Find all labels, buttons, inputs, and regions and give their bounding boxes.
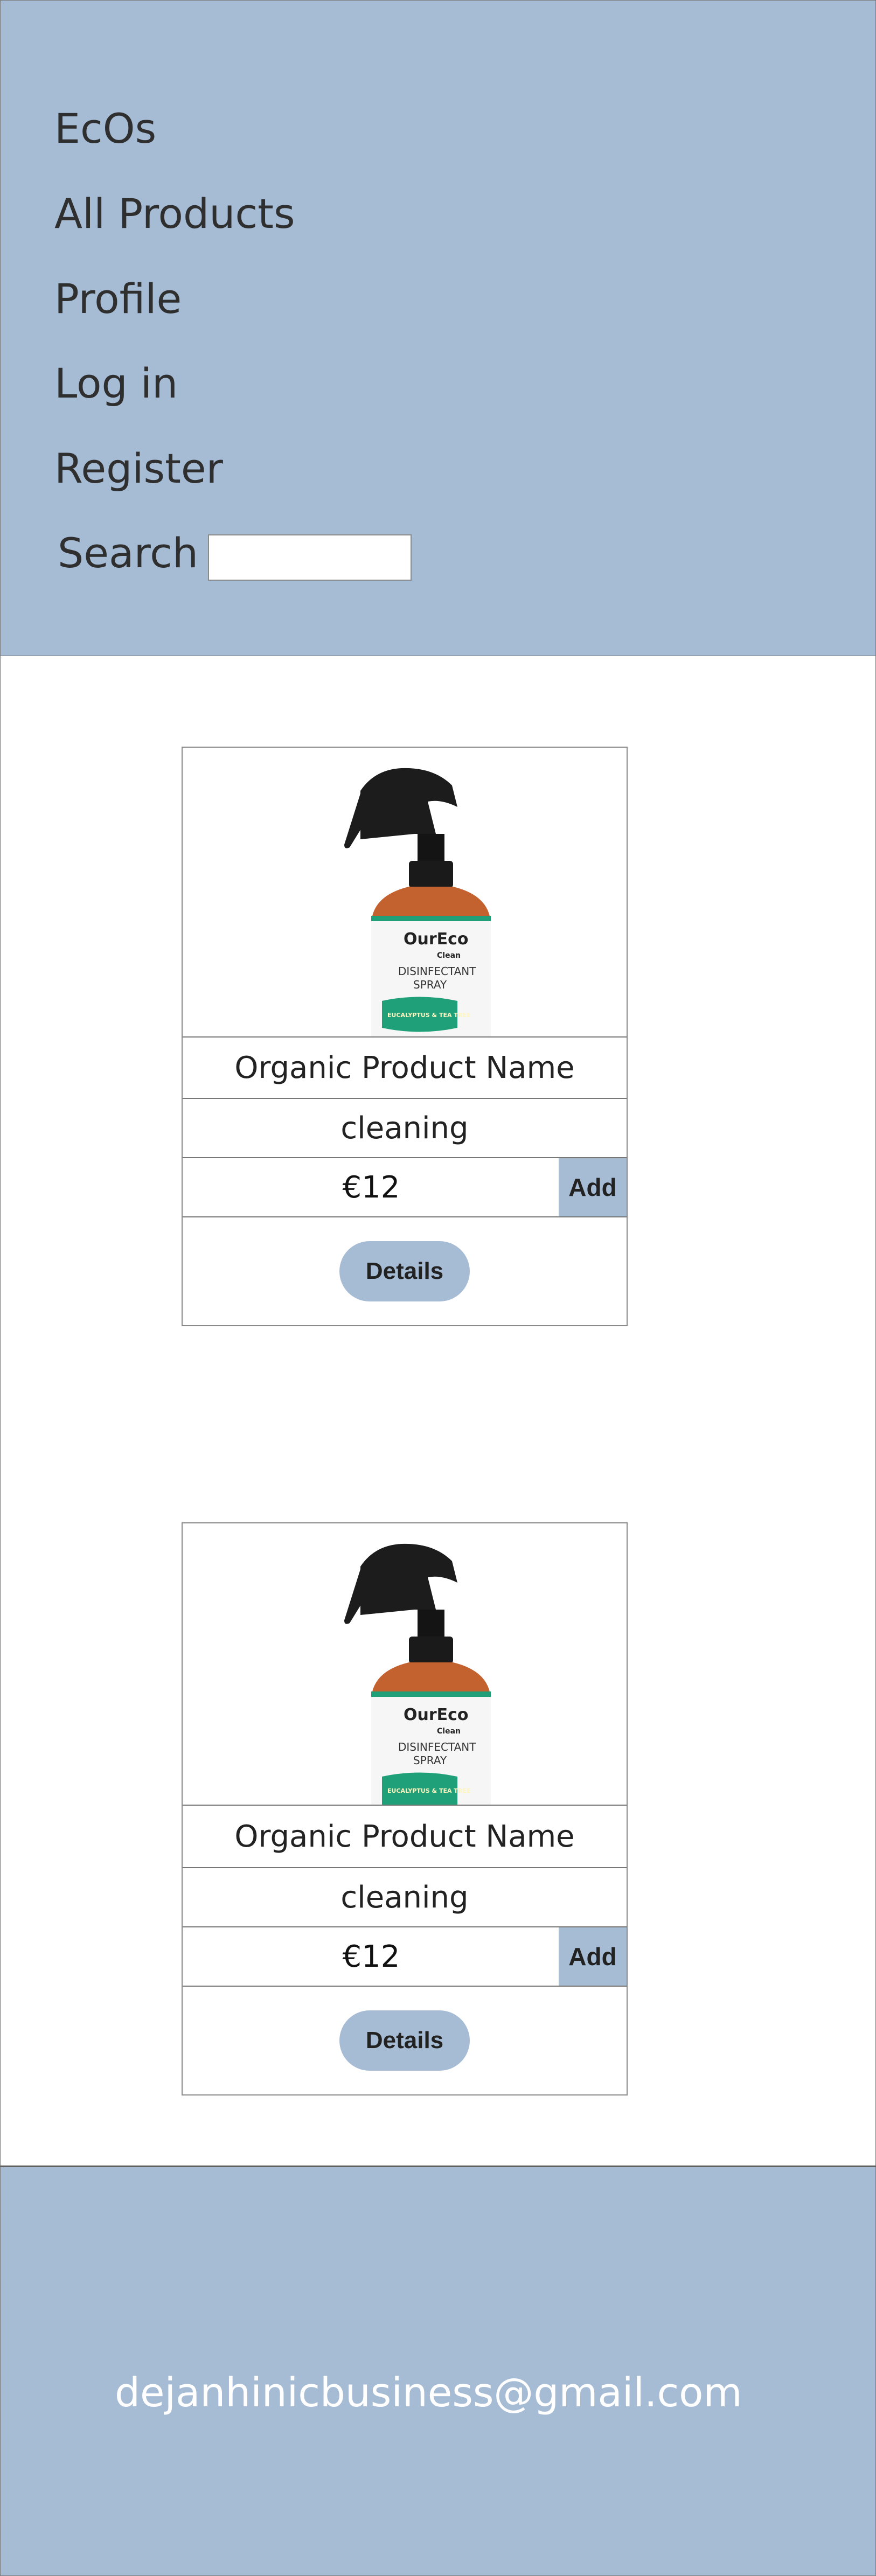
- bottle-brand-text: OurEco: [404, 1705, 469, 1724]
- bottle-sub-text: Clean: [437, 1727, 461, 1736]
- product-price-row: €12 Add: [183, 1158, 627, 1217]
- product-price: €12: [342, 1169, 400, 1205]
- bottle-brand-text: OurEco: [404, 930, 469, 949]
- nav-profile-link[interactable]: Profile: [54, 279, 182, 319]
- product-card: OurEco Clean DISINFECTANT SPRAY EUCALYPT…: [182, 747, 628, 1326]
- bottle-product-text-2: SPRAY: [413, 1754, 447, 1767]
- details-button[interactable]: Details: [339, 1241, 470, 1301]
- product-price-row: €12 Add: [183, 1927, 627, 1987]
- product-price: €12: [342, 1939, 400, 1974]
- search-input[interactable]: [208, 534, 412, 581]
- details-area: Details: [183, 1217, 627, 1325]
- search-label: Search: [58, 529, 199, 577]
- product-name: Organic Product Name: [183, 1038, 627, 1099]
- bottle-product-text-1: DISINFECTANT: [398, 965, 476, 978]
- details-button[interactable]: Details: [339, 2010, 470, 2071]
- product-category: cleaning: [183, 1099, 627, 1158]
- product-category: cleaning: [183, 1868, 627, 1927]
- bottle-product-text-2: SPRAY: [413, 978, 447, 991]
- bottle-scent-text: EUCALYPTUS & TEA TREE: [387, 1787, 470, 1794]
- nav-brand-link[interactable]: EcOs: [54, 108, 156, 149]
- add-to-cart-button[interactable]: Add: [559, 1927, 627, 1986]
- product-list: OurEco Clean DISINFECTANT SPRAY EUCALYPT…: [0, 656, 876, 2167]
- nav-all-products-link[interactable]: All Products: [54, 193, 295, 234]
- product-name: Organic Product Name: [183, 1806, 627, 1868]
- bottle-sub-text: Clean: [437, 951, 461, 960]
- site-footer: dejanhinicbusiness@gmail.com: [0, 2167, 876, 2576]
- product-card: OurEco Clean DISINFECTANT SPRAY EUCALYPT…: [182, 1522, 628, 2095]
- nav-login-link[interactable]: Log in: [54, 363, 178, 404]
- site-header: EcOs All Products Profile Log in Registe…: [0, 0, 876, 656]
- spray-bottle-image: OurEco Clean DISINFECTANT SPRAY EUCALYPT…: [344, 768, 491, 1036]
- bottle-product-text-1: DISINFECTANT: [398, 1740, 476, 1753]
- nav-register-link[interactable]: Register: [54, 448, 223, 489]
- bottle-scent-text: EUCALYPTUS & TEA TREE: [387, 1012, 470, 1019]
- add-to-cart-button[interactable]: Add: [559, 1158, 627, 1216]
- product-image: OurEco Clean DISINFECTANT SPRAY EUCALYPT…: [183, 748, 627, 1038]
- product-image: OurEco Clean DISINFECTANT SPRAY EUCALYPT…: [183, 1523, 627, 1806]
- details-area: Details: [183, 1987, 627, 2094]
- footer-email: dejanhinicbusiness@gmail.com: [115, 2370, 742, 2416]
- spray-bottle-image: OurEco Clean DISINFECTANT SPRAY EUCALYPT…: [344, 1543, 491, 1805]
